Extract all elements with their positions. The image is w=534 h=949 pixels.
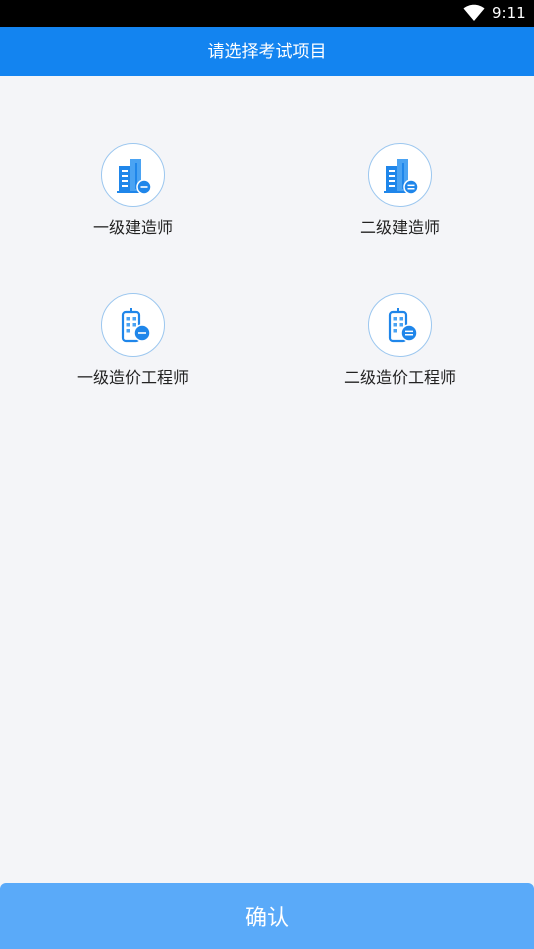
option-label: 二级建造师 (359, 218, 440, 237)
option-icon-circle (368, 143, 432, 207)
option-level2-cost-engineer[interactable]: 二级造价工程师 (300, 293, 500, 403)
option-level1-constructor[interactable]: 一级建造师 (33, 143, 233, 253)
option-level2-constructor[interactable]: 二级建造师 (300, 143, 500, 253)
option-icon-circle (368, 293, 432, 357)
option-icon-circle (101, 293, 165, 357)
app-header: 请选择考试项目 (0, 27, 534, 76)
status-bar: 9:11 (0, 0, 534, 27)
option-label: 一级建造师 (92, 218, 173, 237)
building-icon (384, 159, 419, 195)
page-title: 请选择考试项目 (207, 41, 327, 62)
wifi-icon (463, 4, 485, 21)
confirm-button[interactable]: 确认 (0, 883, 534, 949)
option-label: 一级造价工程师 (76, 368, 189, 387)
option-icon-circle (101, 143, 165, 207)
option-level1-cost-engineer[interactable]: 一级造价工程师 (33, 293, 233, 403)
office-building-icon (121, 308, 151, 343)
building-icon (117, 159, 152, 195)
status-time: 9:11 (492, 4, 526, 22)
office-building-icon (388, 308, 418, 343)
option-label: 二级造价工程师 (343, 368, 456, 387)
